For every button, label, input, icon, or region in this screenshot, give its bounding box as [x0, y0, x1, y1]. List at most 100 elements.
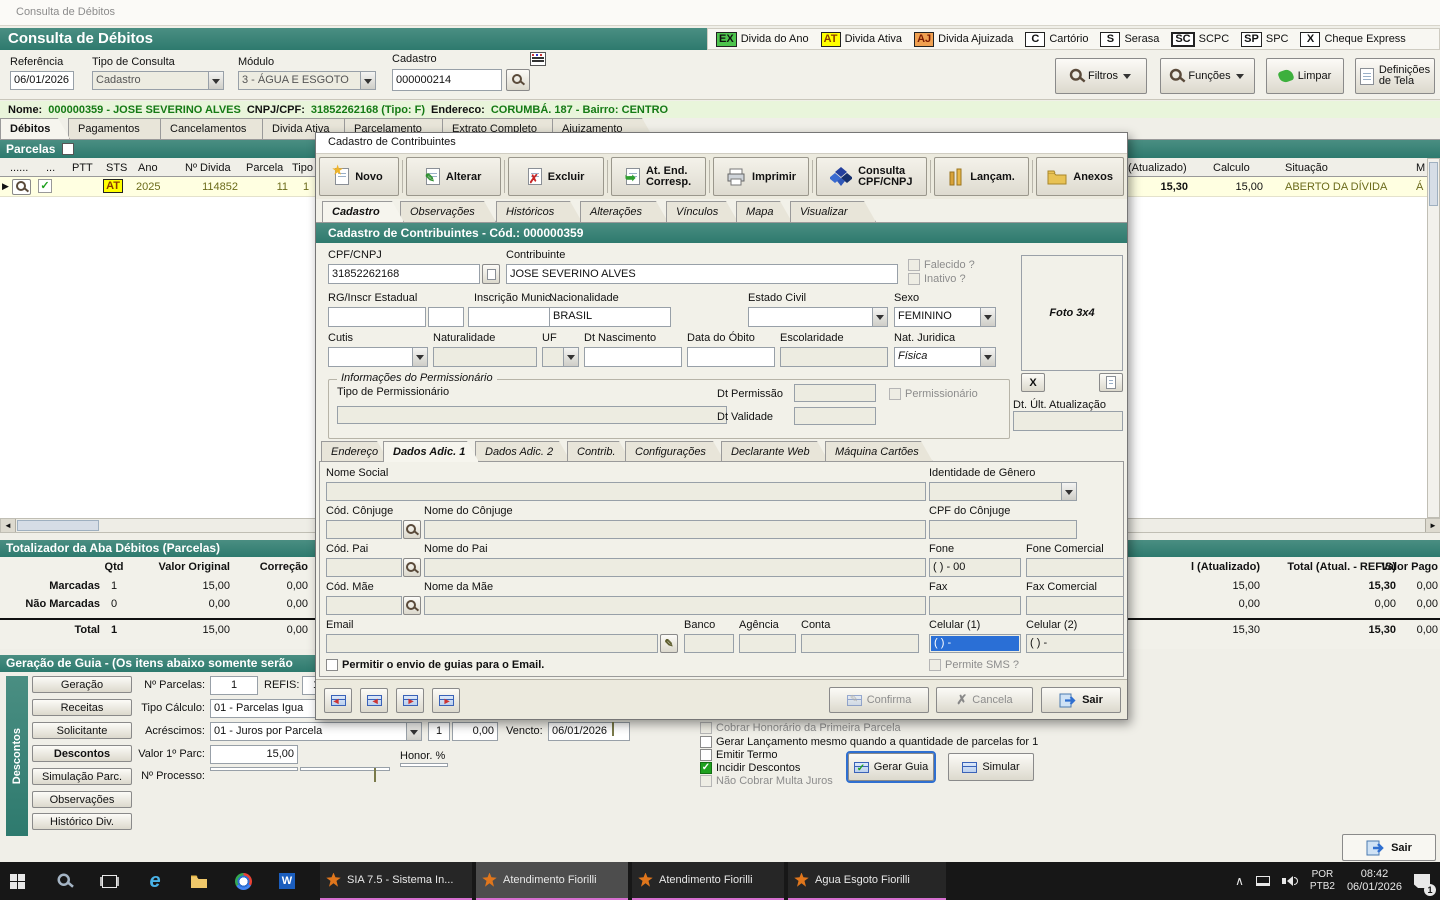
clock[interactable]: 08:4206/01/2026 — [1347, 868, 1402, 894]
sexo-select[interactable]: FEMININO — [894, 307, 996, 327]
uf-select[interactable] — [542, 347, 579, 367]
checkbox-gerar-lancamento[interactable]: Gerar Lançamento mesmo quando a quantida… — [700, 736, 1038, 748]
taskbar-app-atendimento-2[interactable]: Atendimento Fiorilli — [632, 862, 784, 900]
tab-historicos[interactable]: Históricos — [496, 201, 582, 222]
descontos-button[interactable]: Descontos — [32, 745, 132, 762]
tab-observacoes[interactable]: Observações — [400, 201, 496, 222]
receitas-button[interactable]: Receitas — [32, 699, 132, 716]
acrescimos-valor-input[interactable]: 0,00 — [452, 722, 498, 741]
nav-next-button[interactable]: ► — [396, 688, 424, 713]
imprimir-button[interactable]: Imprimir — [713, 157, 808, 196]
cod-pai-input[interactable] — [326, 558, 402, 577]
n-processo-input2[interactable] — [300, 767, 390, 771]
cancela-button[interactable]: ✗Cancela — [936, 687, 1033, 713]
simular-button[interactable]: Simular — [948, 753, 1034, 781]
calculator-icon[interactable] — [374, 768, 376, 782]
pai-search-button[interactable] — [403, 558, 421, 577]
lancam-button[interactable]: Lançam. — [934, 157, 1029, 196]
taskbar-app-atendimento-1[interactable]: Atendimento Fiorilli — [476, 862, 628, 900]
grid-hscroll-thumb[interactable] — [17, 520, 99, 531]
tab-debitos[interactable]: Débitos — [0, 118, 70, 139]
row-detail-button[interactable] — [12, 179, 31, 195]
funcoes-button[interactable]: Funções — [1160, 58, 1255, 94]
confirma-button[interactable]: ✎Confirma — [829, 687, 929, 713]
nome-mae-input[interactable] — [424, 596, 926, 615]
scroll-right-icon[interactable]: ► — [1425, 519, 1440, 532]
parcelas-checkbox[interactable] — [62, 143, 74, 155]
speaker-icon[interactable] — [1282, 876, 1298, 886]
cadastro-search-button[interactable] — [506, 69, 530, 91]
checkbox-incidir-descontos[interactable]: ✓Incidir Descontos — [700, 762, 800, 774]
checkbox-emitir-termo[interactable]: Emitir Termo — [700, 749, 778, 761]
conta-input[interactable] — [801, 634, 919, 653]
foto-load-button[interactable] — [1099, 373, 1123, 392]
tipo-consulta-select[interactable]: Cadastro — [92, 71, 224, 90]
start-button[interactable] — [0, 862, 34, 900]
cod-conjuge-input[interactable] — [326, 520, 402, 539]
network-icon[interactable] — [1256, 876, 1270, 886]
dt-nascimento-input[interactable] — [584, 347, 682, 367]
calendar-icon[interactable] — [612, 722, 614, 736]
identidade-genero-select[interactable] — [929, 482, 1077, 501]
anexos-button[interactable]: Anexos — [1036, 157, 1124, 196]
descontos-side-tab[interactable]: Descontos — [6, 676, 28, 836]
sair-screen-button[interactable]: Sair — [1342, 834, 1436, 861]
dt-ult-input[interactable] — [1013, 411, 1123, 431]
filtros-button[interactable]: Filtros — [1055, 58, 1147, 94]
dt-validade-input[interactable] — [794, 407, 876, 425]
row-check-icon[interactable]: ✓ — [38, 179, 52, 193]
modal-sair-button[interactable]: Sair — [1041, 687, 1121, 713]
taskbar-app-sia[interactable]: SIA 7.5 - Sistema In... — [320, 862, 472, 900]
nat-juridica-select[interactable]: Física — [894, 347, 996, 367]
data-obito-input[interactable] — [687, 347, 775, 367]
checkbox-permissionario[interactable]: Permissionário — [889, 388, 978, 400]
honor-input[interactable] — [400, 763, 448, 767]
novo-button[interactable]: ★Novo — [319, 157, 399, 196]
subtab-declarante-web[interactable]: Declarante Web — [721, 441, 829, 462]
estado-civil-select[interactable] — [748, 307, 888, 327]
nav-prev-button[interactable]: ◄ — [360, 688, 388, 713]
conjuge-search-button[interactable] — [403, 520, 421, 539]
tab-alteracoes[interactable]: Alterações — [580, 201, 668, 222]
at-end-corresp-button[interactable]: ➥At. End.Corresp. — [611, 157, 706, 196]
scroll-left-icon[interactable]: ◄ — [1, 519, 16, 532]
definicoes-tela-button[interactable]: Definiçõesde Tela — [1355, 58, 1435, 94]
modulo-select[interactable]: 3 - ÁGUA E ESGOTO — [238, 71, 376, 90]
checkbox-permite-sms[interactable]: Permite SMS ? — [929, 659, 1019, 671]
limpar-button[interactable]: Limpar — [1266, 58, 1344, 94]
tipo-calculo-select[interactable]: 01 - Parcelas Igua — [210, 699, 332, 718]
naturalidade-input[interactable] — [433, 347, 537, 367]
cpf-copy-button[interactable] — [482, 264, 500, 284]
cod-mae-input[interactable] — [326, 596, 402, 615]
mae-search-button[interactable] — [403, 596, 421, 615]
tipo-permissionario-input[interactable] — [337, 406, 727, 424]
tab-mapa[interactable]: Mapa — [736, 201, 792, 222]
ie-button[interactable]: e — [138, 862, 172, 900]
celular2-input[interactable]: ( ) - — [1026, 634, 1124, 653]
checkbox-cobrar-honorario[interactable]: Cobrar Honorário da Primeira Parcela — [700, 722, 901, 734]
subtab-endereco[interactable]: Endereço — [321, 441, 389, 462]
tab-cadastro[interactable]: Cadastro — [322, 201, 404, 222]
checkbox-permitir-email[interactable]: Permitir o envio de guias para o Email. — [326, 659, 544, 671]
tab-vinculos[interactable]: Vínculos — [666, 201, 738, 222]
nav-first-button[interactable]: ◄ — [324, 688, 352, 713]
word-button[interactable]: W — [270, 862, 304, 900]
fax-input[interactable] — [929, 596, 1021, 615]
solicitante-button[interactable]: Solicitante — [32, 722, 132, 739]
referencia-input[interactable]: 06/01/2026 — [10, 71, 74, 90]
valor-parc-input[interactable]: 15,00 — [210, 745, 298, 764]
alterar-button[interactable]: ✎Alterar — [406, 157, 501, 196]
nav-last-button[interactable]: ► — [432, 688, 460, 713]
taskbar-app-agua-esgoto[interactable]: Agua Esgoto Fiorilli — [788, 862, 946, 900]
subtab-configuracoes[interactable]: Configurações — [625, 441, 725, 462]
nome-social-input[interactable] — [326, 482, 926, 501]
geracao-button[interactable]: Geração — [32, 676, 132, 693]
checkbox-falecido[interactable]: Falecido ? — [908, 259, 975, 271]
rg-input[interactable] — [328, 307, 426, 327]
observacoes-button[interactable]: Observações — [32, 791, 132, 808]
n-processo-input[interactable] — [210, 767, 298, 771]
subtab-contrib[interactable]: Contrib. — [567, 441, 631, 462]
rg2-input[interactable] — [428, 307, 464, 327]
vencto-input[interactable]: 06/01/2026 — [548, 722, 630, 741]
cadastro-input[interactable]: 000000214 — [392, 69, 502, 91]
